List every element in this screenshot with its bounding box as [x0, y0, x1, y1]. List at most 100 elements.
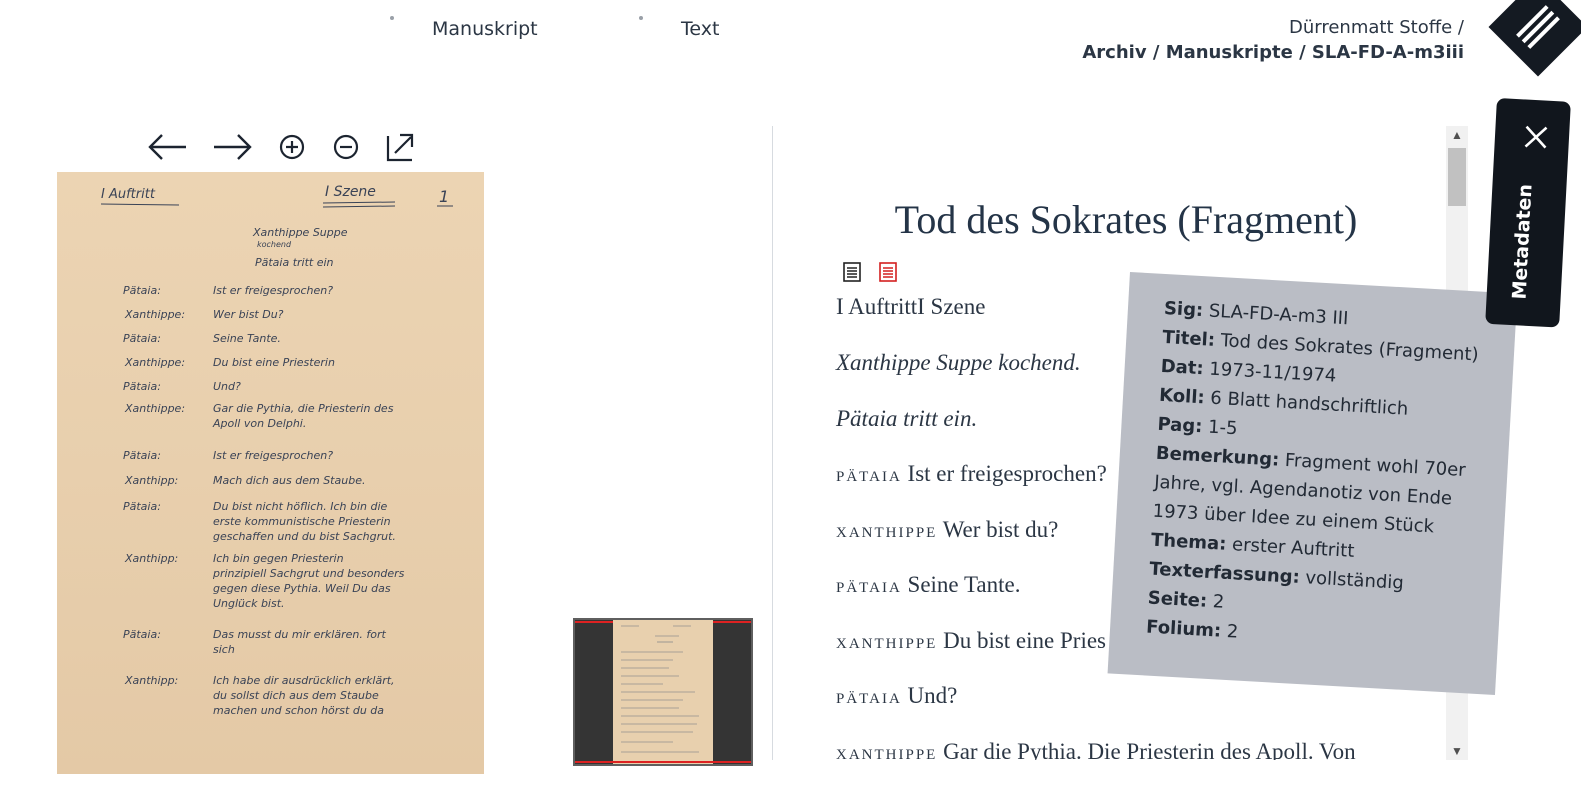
metadata-tab[interactable]: Metadaten — [1485, 98, 1571, 328]
manuscript-speaker: Xanthipp: — [124, 552, 178, 565]
tab-manuskript-label: Manuskript — [432, 18, 538, 40]
speaker-name: PÄTAIA — [836, 462, 902, 486]
thumbnail-page — [613, 620, 713, 764]
scene-heading: I AuftrittI Szene — [836, 294, 986, 319]
manuscript-line-text: Unglück bist. — [213, 597, 285, 610]
metadata-tab-label: Metadaten — [1508, 183, 1537, 301]
zoom-in-icon[interactable] — [278, 130, 306, 164]
hamburger-menu-icon[interactable] — [1488, 0, 1581, 77]
dialog-text: Ist er freigesprochen? — [907, 461, 1107, 486]
manuscript-line-text: Und? — [213, 380, 241, 393]
stage-direction: Xanthippe Suppe kochend. — [836, 350, 1081, 375]
manuscript-line-text: erste kommunistische Priesterin — [213, 515, 391, 528]
scrollbar-thumb[interactable] — [1448, 148, 1466, 206]
metadata-key: Thema: — [1150, 529, 1227, 555]
manuscript-line-text: sich — [213, 643, 235, 656]
panel-divider — [772, 126, 773, 760]
manuscript-speaker: Xanthipp: — [124, 674, 178, 687]
page-thumbnail-navigator[interactable] — [573, 618, 753, 766]
metadata-value: 2 — [1226, 620, 1239, 643]
manuscript-line-text: Mach dich aus dem Staube. — [213, 474, 365, 487]
manuscript-line-text: Du bist nicht höflich. Ich bin die — [213, 500, 388, 513]
tab-indicator-dot — [639, 16, 643, 20]
manuscript-line-text: du sollst dich aus dem Staube — [213, 689, 379, 702]
manuscript-speaker: Pätaia: — [123, 449, 161, 462]
viewport-bottom-line — [575, 761, 751, 763]
manuscript-line-text: Gar die Pythia, die Priesterin des — [213, 402, 394, 415]
dialog-text: Und? — [907, 683, 958, 708]
metadata-key: Dat: — [1160, 355, 1205, 380]
metadata-value: 1973-11/1974 — [1208, 358, 1337, 387]
arrow-left-icon[interactable] — [148, 130, 188, 164]
breadcrumb-manuskripte[interactable]: Manuskripte — [1166, 42, 1293, 63]
dialog-line: XANTHIPPE Wer bist du? — [836, 517, 1058, 543]
dialog-line: PÄTAIA Ist er freigesprochen? — [836, 461, 1107, 487]
external-link-icon[interactable] — [385, 130, 415, 164]
manuscript-speaker: Pätaia: — [123, 628, 161, 641]
manuscript-line-text: Ist er freigesprochen? — [213, 449, 333, 462]
speaker-name: PÄTAIA — [836, 573, 902, 597]
metadata-card: Sig: SLA-FD-A-m3 III Titel: Tod des Sokra… — [1107, 272, 1518, 696]
arrow-right-icon[interactable] — [212, 130, 252, 164]
manuscript-line-text: machen und schon hörst du da — [213, 704, 384, 717]
dialog-text: Du bist eine Pries — [943, 627, 1106, 653]
close-icon[interactable] — [1520, 121, 1552, 153]
speaker-name: PÄTAIA — [836, 684, 902, 708]
dialog-text: Gar die Pythia. Die Priesterin des Apoll… — [943, 738, 1356, 761]
manuscript-page-number: 1 — [439, 187, 449, 206]
scroll-down-icon[interactable]: ▼ — [1446, 742, 1468, 760]
manuscript-heading-right: I Szene — [325, 184, 376, 200]
tab-manuskript[interactable]: Manuskript — [390, 16, 538, 40]
scroll-up-icon[interactable]: ▲ — [1446, 126, 1468, 144]
manuscript-line-text: Das musst du mir erklären. fort — [213, 628, 386, 641]
dialog-line: PÄTAIA Und? — [836, 683, 957, 709]
tab-text-label: Text — [681, 18, 720, 40]
metadata-key: Texterfassung: — [1148, 558, 1301, 588]
document-icon[interactable] — [842, 261, 862, 283]
manuscript-line-text: gegen diese Pythia. Weil Du das — [213, 582, 391, 595]
manuscript-speaker: Xanthippe: — [124, 402, 185, 415]
metadata-key: Koll: — [1158, 384, 1206, 409]
manuscript-image[interactable]: I Auftritt I Szene 1 Xanthippe Suppe koc… — [57, 172, 484, 774]
manuscript-line-text: prinzipiell Sachgrut und besonders — [212, 567, 405, 580]
document-title: Tod des Sokrates (Fragment) — [894, 197, 1358, 242]
breadcrumb-separator: / — [1292, 42, 1312, 63]
manuscript-line-text: geschaffen und du bist Sachgrut. — [213, 530, 396, 543]
speaker-name: XANTHIPPE — [836, 517, 938, 542]
manuscript-stage-line: Pätaia tritt ein — [255, 256, 334, 269]
breadcrumb-archiv[interactable]: Archiv — [1082, 42, 1146, 63]
stage-direction: Pätaia tritt ein. — [836, 406, 978, 431]
metadata-value: 1-5 — [1207, 416, 1239, 440]
dialog-line: XANTHIPPE Du bist eine Pries — [836, 628, 1106, 654]
tab-text[interactable]: Text — [639, 16, 720, 40]
breadcrumb-signature[interactable]: SLA-FD-A-m3iii — [1312, 42, 1464, 63]
manuscript-line-text: Ich bin gegen Priesterin — [213, 552, 344, 565]
metadata-key: Folium: — [1145, 616, 1222, 642]
manuscript-line-text: Wer bist Du? — [213, 308, 284, 321]
pdf-icon[interactable] — [878, 261, 898, 283]
speaker-name: XANTHIPPE — [836, 628, 938, 653]
metadata-value: vollständig — [1304, 567, 1405, 594]
manuscript-line-text: Ich habe dir ausdrücklich erklärt, — [213, 674, 395, 687]
manuscript-speaker: Xanthippe: — [124, 308, 185, 321]
manuscript-line-text: Seine Tante. — [213, 332, 281, 345]
dialog-line: XANTHIPPE Gar die Pythia. Die Priesterin… — [836, 739, 1356, 761]
metadata-value: SLA-FD-A-m3 III — [1208, 300, 1349, 330]
breadcrumb: Dürrenmatt Stoffe / Archiv / Manuskripte… — [1082, 16, 1464, 66]
manuscript-line-text: Apoll von Delphi. — [212, 417, 306, 430]
breadcrumb-separator: / — [1146, 42, 1166, 63]
tab-indicator-dot — [390, 16, 394, 20]
breadcrumb-root[interactable]: Dürrenmatt Stoffe / — [1082, 16, 1464, 40]
manuscript-speaker: Xanthippe: — [124, 356, 185, 369]
metadata-value: 2 — [1212, 591, 1225, 613]
manuscript-line-text: Du bist eine Priesterin — [213, 356, 335, 369]
manuscript-heading-left: I Auftritt — [101, 187, 156, 202]
zoom-out-icon[interactable] — [332, 130, 360, 164]
manuscript-speaker: Xanthipp: — [124, 474, 178, 487]
dialog-line: PÄTAIA Seine Tante. — [836, 572, 1020, 598]
metadata-key: Titel: — [1161, 326, 1216, 351]
manuscript-stage-line: kochend — [257, 240, 292, 249]
manuscript-speaker: Pätaia: — [123, 380, 161, 393]
speaker-name: XANTHIPPE — [836, 739, 938, 761]
manuscript-speaker: Pätaia: — [123, 332, 161, 345]
